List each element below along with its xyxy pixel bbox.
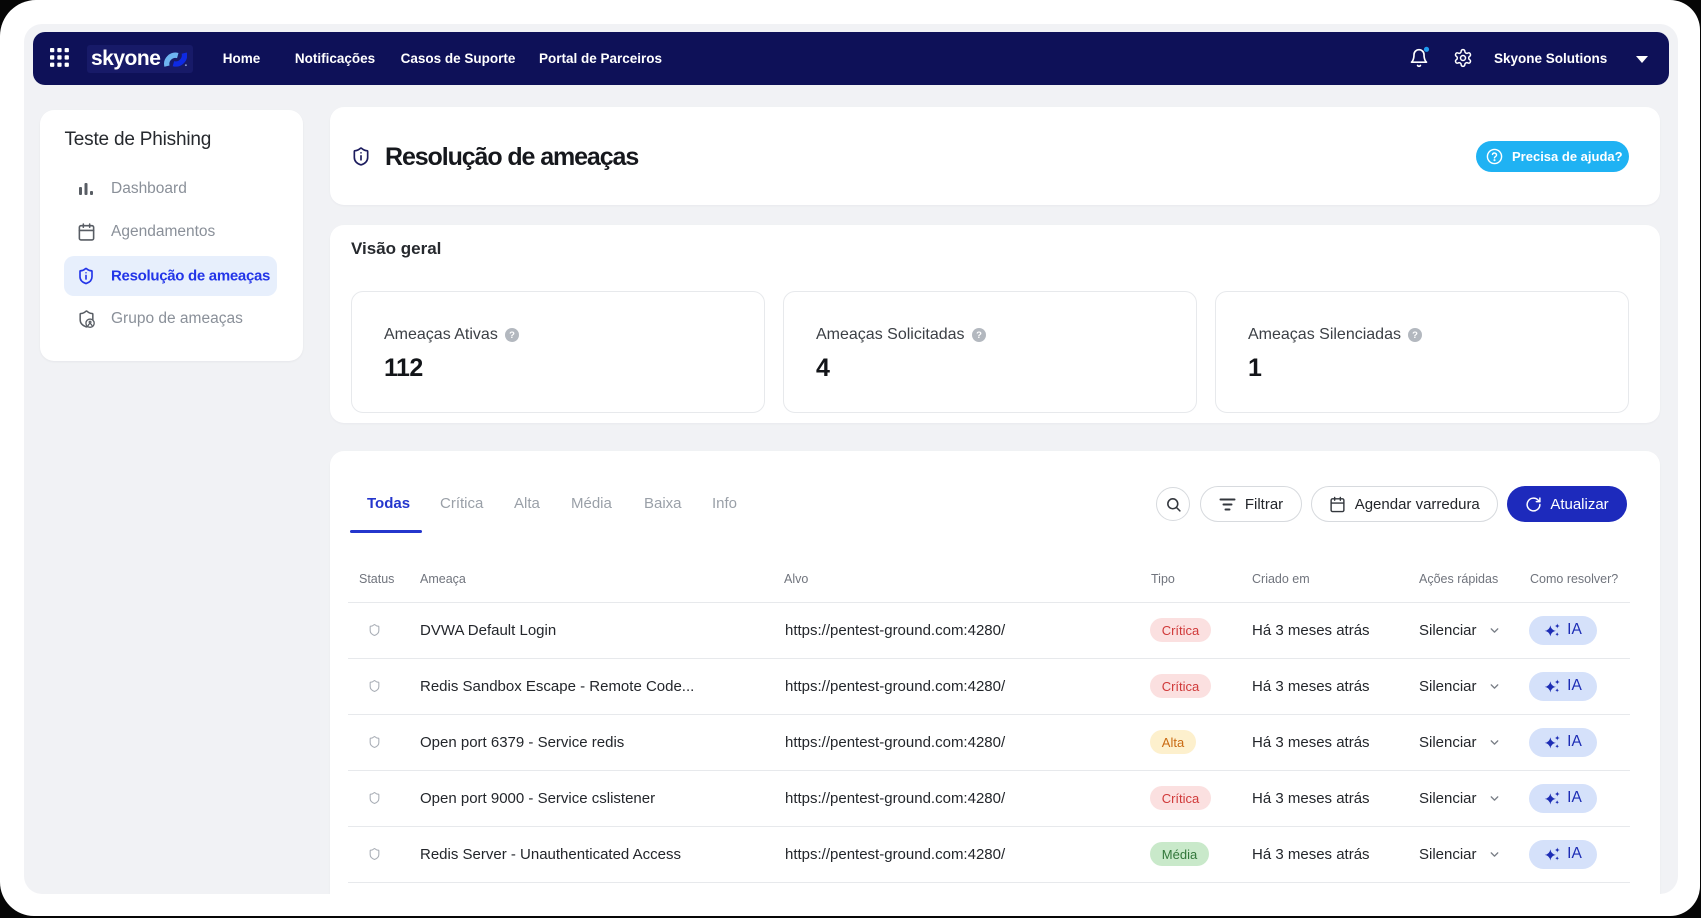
svg-text:?: ? [509,330,515,341]
svg-text:?: ? [1412,330,1418,341]
svg-text:?: ? [976,330,982,341]
